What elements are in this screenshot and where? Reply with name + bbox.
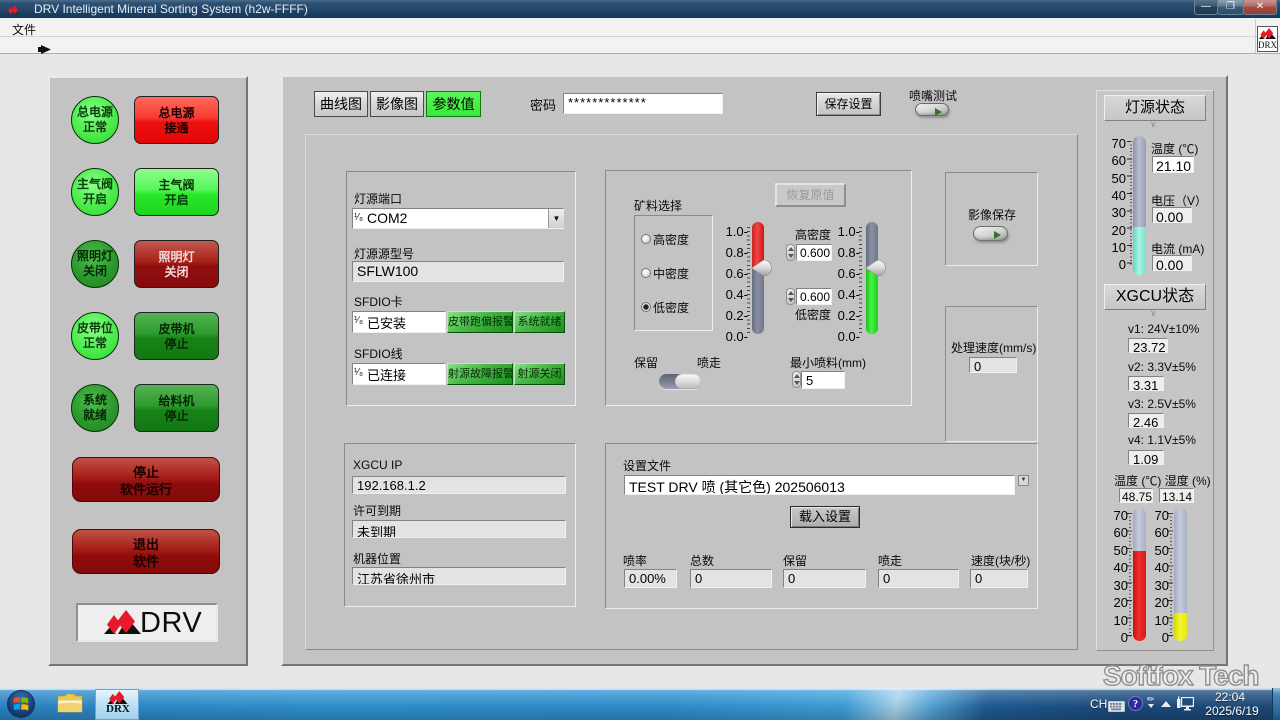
svg-text:?: ? (1133, 699, 1138, 710)
